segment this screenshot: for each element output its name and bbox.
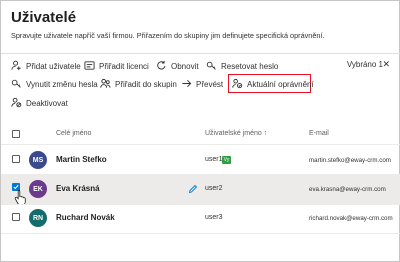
refresh-button[interactable]: Obnovit <box>156 59 199 73</box>
deactivate-label: Deaktivovat <box>26 98 68 108</box>
column-header-full-name[interactable]: Celé jméno <box>56 130 91 137</box>
avatar: EK <box>29 180 47 198</box>
key-icon <box>206 60 218 72</box>
selected-count: Vybráno 1 <box>346 60 383 69</box>
edit-pencil-icon[interactable] <box>188 184 198 194</box>
user-username: user1 <box>205 156 223 163</box>
hand-cursor-icon <box>14 189 26 205</box>
user-email: martin.stefko@eway-crm.com <box>309 157 391 164</box>
user-name[interactable]: Martin Stefko <box>56 155 107 164</box>
row-divider <box>1 233 400 234</box>
user-name[interactable]: Eva Krásná <box>56 184 100 193</box>
sort-ascending-icon: ↑ <box>263 130 268 137</box>
user-username: user3 <box>205 214 223 221</box>
force-password-change-label: Vynutit změnu hesla <box>26 79 98 89</box>
row-checkbox[interactable] <box>12 213 20 221</box>
users-panel: Uživatelé Spravujte uživatele napříč vaš… <box>0 0 400 262</box>
avatar: RN <box>29 209 47 227</box>
reset-password-label: Resetovat heslo <box>221 61 279 71</box>
current-permissions-button[interactable]: Aktuální oprávnění <box>232 77 314 91</box>
force-password-change-button[interactable]: Vynutit změnu hesla <box>11 77 98 91</box>
row-checkbox[interactable] <box>12 155 20 163</box>
page-title: Uživatelé <box>11 9 77 26</box>
close-selection-icon[interactable]: ✕ <box>382 59 390 70</box>
transfer-label: Převést <box>196 79 224 89</box>
column-header-email[interactable]: E-mail <box>309 130 329 137</box>
assign-to-groups-label: Přiřadit do skupin <box>115 79 177 89</box>
current-permissions-label: Aktuální oprávnění <box>247 79 314 89</box>
add-user-label: Přidat uživatele <box>26 61 81 71</box>
assign-to-groups-button[interactable]: Přiřadit do skupin <box>100 77 177 91</box>
deactivate-user-icon <box>11 97 23 109</box>
add-person-icon <box>11 60 23 72</box>
user-username: user2 <box>205 185 223 192</box>
user-email: richard.novak@eway-crm.com <box>309 215 393 222</box>
select-all-checkbox[interactable] <box>12 130 20 138</box>
refresh-icon <box>156 60 168 72</box>
column-header-username[interactable]: Uživatelské jméno ↑ <box>205 130 267 137</box>
avatar: MS <box>29 151 47 169</box>
user-email: eva.krasna@eway-crm.com <box>309 186 386 193</box>
transfer-button[interactable]: Převést <box>181 77 223 91</box>
add-user-button[interactable]: Přidat uživatele <box>11 59 81 73</box>
reset-password-button[interactable]: Resetovat heslo <box>206 59 278 73</box>
you-badge: Vy <box>222 156 231 164</box>
user-name[interactable]: Ruchard Novák <box>56 213 115 222</box>
license-icon <box>84 60 96 72</box>
key-icon <box>11 78 23 90</box>
assign-license-label: Přiřadit licenci <box>99 61 149 71</box>
header-divider <box>1 53 400 54</box>
column-header-username-label: Uživatelské jméno <box>205 130 262 137</box>
arrow-right-icon <box>181 78 193 90</box>
permissions-icon <box>232 78 244 90</box>
page-description: Spravujte uživatele napříč vaší firmou. … <box>11 31 325 40</box>
assign-license-button[interactable]: Přiřadit licenci <box>84 59 149 73</box>
deactivate-button[interactable]: Deaktivovat <box>11 96 68 110</box>
refresh-label: Obnovit <box>171 61 199 71</box>
group-icon <box>100 78 112 90</box>
